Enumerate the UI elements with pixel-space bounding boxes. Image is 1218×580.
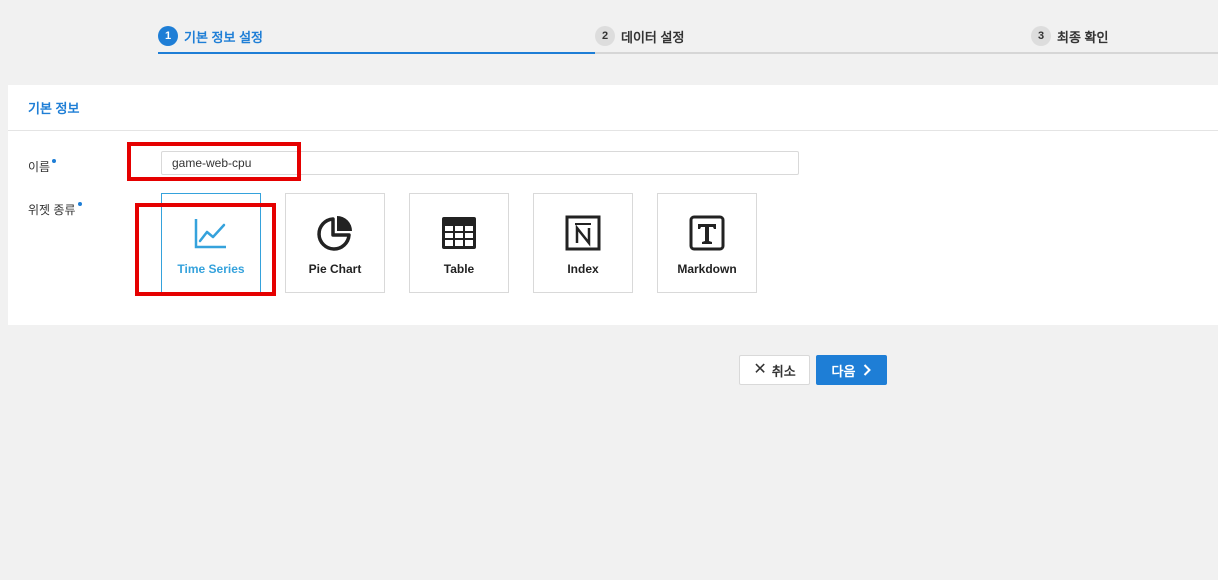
next-button-label: 다음 xyxy=(831,363,856,379)
pie-chart-icon xyxy=(316,214,354,252)
widget-option-label: Time Series xyxy=(177,262,245,276)
cancel-button-label: 취소 xyxy=(771,363,796,379)
widget-option-label: Table xyxy=(443,262,475,276)
stepper: 1 기본 정보 설정 2 데이터 설정 3 최종 확인 xyxy=(158,0,1218,56)
chevron-right-icon xyxy=(863,364,872,376)
name-label-text: 이름 xyxy=(28,160,51,174)
name-input[interactable] xyxy=(161,151,799,175)
step-label: 최종 확인 xyxy=(1057,29,1109,45)
step-number: 3 xyxy=(1031,26,1051,46)
step-final-confirm[interactable]: 3 최종 확인 xyxy=(1031,25,1108,47)
step-progress-track xyxy=(595,52,1218,54)
step-label: 기본 정보 설정 xyxy=(184,29,263,45)
step-data-settings[interactable]: 2 데이터 설정 xyxy=(595,25,684,47)
step-number: 2 xyxy=(595,26,615,46)
index-icon xyxy=(564,214,602,252)
widget-type-label: 위젯 종류 xyxy=(28,201,82,218)
cancel-button[interactable]: ✕ 취소 xyxy=(739,355,810,385)
step-label: 데이터 설정 xyxy=(621,29,685,45)
required-dot-icon xyxy=(52,159,57,163)
table-icon xyxy=(440,214,478,252)
widget-option-time-series[interactable]: Time Series xyxy=(161,193,261,293)
required-dot-icon xyxy=(77,202,82,206)
close-icon: ✕ xyxy=(753,361,767,378)
widget-type-options: Time Series Pie Chart Table Index Markdo… xyxy=(161,193,781,293)
next-button[interactable]: 다음 xyxy=(816,355,887,385)
widget-option-table[interactable]: Table xyxy=(409,193,509,293)
widget-option-label: Pie Chart xyxy=(308,262,362,276)
step-number: 1 xyxy=(158,26,178,46)
widget-type-label-text: 위젯 종류 xyxy=(28,203,76,217)
widget-option-label: Markdown xyxy=(677,262,737,276)
panel-title: 기본 정보 xyxy=(8,85,1218,131)
widget-option-label: Index xyxy=(567,262,599,276)
widget-option-pie-chart[interactable]: Pie Chart xyxy=(285,193,385,293)
step-basic-info[interactable]: 1 기본 정보 설정 xyxy=(158,25,263,47)
widget-option-index[interactable]: Index xyxy=(533,193,633,293)
markdown-icon xyxy=(688,214,726,252)
name-label: 이름 xyxy=(28,158,57,175)
step-progress-active xyxy=(158,52,595,54)
line-chart-icon xyxy=(192,214,230,252)
basic-info-panel: 기본 정보 이름 위젯 종류 Time Series xyxy=(8,85,1218,325)
widget-option-markdown[interactable]: Markdown xyxy=(657,193,757,293)
